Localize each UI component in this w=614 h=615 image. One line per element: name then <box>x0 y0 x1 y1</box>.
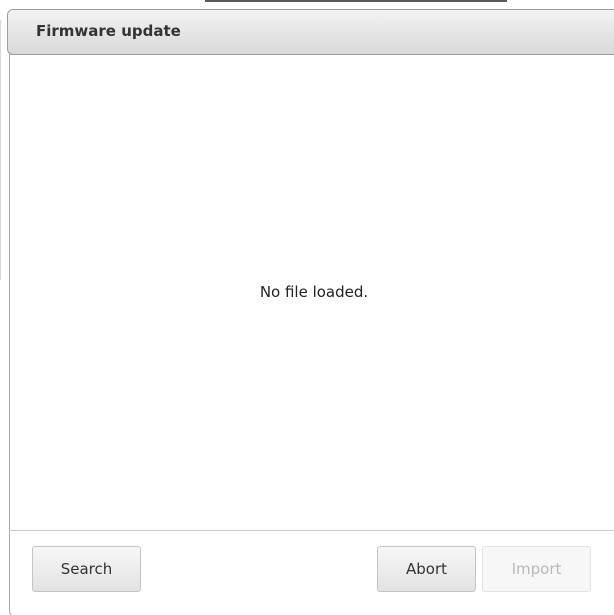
abort-button[interactable]: Abort <box>377 546 476 592</box>
background-panel-edge <box>0 20 8 280</box>
firmware-update-dialog <box>9 9 614 615</box>
footer-divider <box>9 530 614 531</box>
firmware-update-screen: Firmware update No file loaded. Search A… <box>0 0 614 615</box>
search-button[interactable]: Search <box>32 546 141 592</box>
dialog-header: Firmware update <box>7 9 614 55</box>
dialog-title: Firmware update <box>36 22 181 40</box>
no-file-message: No file loaded. <box>259 283 369 301</box>
import-button[interactable]: Import <box>482 546 591 592</box>
top-divider <box>205 0 507 2</box>
